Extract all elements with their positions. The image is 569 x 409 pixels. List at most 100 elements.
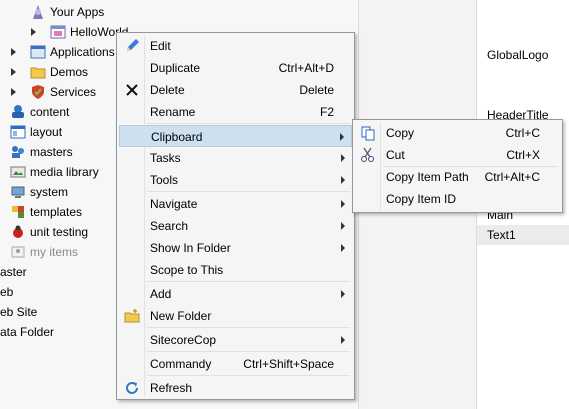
submenu-arrow-icon [341, 154, 345, 162]
scissors-icon [360, 147, 376, 163]
menu-item-shortcut: Ctrl+Alt+C [484, 170, 540, 184]
tree-item[interactable]: unit testing [0, 222, 116, 242]
tree-item[interactable]: media library [0, 162, 116, 182]
menu-item-navigate[interactable]: Navigate [119, 193, 352, 215]
menu-item-label: Cut [386, 148, 405, 162]
tree-item[interactable]: eb Site [0, 302, 116, 322]
menu-item-refresh[interactable]: Refresh [119, 377, 352, 399]
rendering-item[interactable]: Text1 [487, 226, 516, 244]
menu-item-tools[interactable]: Tools [119, 169, 352, 191]
tree-item[interactable]: aster [0, 262, 116, 282]
menu-separator [147, 123, 350, 124]
tree-item[interactable]: layout [0, 122, 116, 142]
menu-item-label: New Folder [150, 309, 212, 323]
layout-icon [10, 124, 26, 140]
menu-item-clipboard[interactable]: Clipboard [119, 125, 352, 147]
menu-item-shortcut: F2 [319, 105, 334, 119]
tree-item[interactable]: Demos [0, 62, 116, 82]
expand-arrow-icon[interactable] [11, 88, 16, 96]
refresh-icon [124, 380, 140, 396]
menu-item-label: Tools [150, 173, 179, 187]
bug-icon [10, 224, 26, 240]
menu-item-label: Show In Folder [150, 241, 231, 255]
clipboard-item-copy-item-path[interactable]: Copy Item Path Ctrl+Alt+C [355, 166, 560, 188]
expand-arrow-icon[interactable] [31, 28, 36, 36]
menu-separator [147, 351, 350, 352]
context-menu: Edit Duplicate Ctrl+Alt+D Delete Delete Renam… [116, 32, 355, 400]
submenu-arrow-icon [341, 290, 345, 298]
menu-separator [147, 375, 350, 376]
tree-item-label: my items [30, 245, 78, 259]
menu-separator [147, 191, 350, 192]
tree-item[interactable]: ata Folder [0, 322, 116, 342]
user-silhouette-icon [30, 4, 46, 20]
shield-check-icon [30, 84, 46, 100]
tree-item[interactable]: templates [0, 202, 116, 222]
tree-item-label: templates [30, 205, 83, 219]
clipboard-item-copy[interactable]: Copy Ctrl+C [355, 122, 560, 144]
menu-item-label: Duplicate [150, 61, 201, 75]
menu-separator [147, 281, 350, 282]
menu-item-new-folder[interactable]: New Folder [119, 305, 352, 327]
tree-item-label: ata Folder [0, 325, 55, 339]
clipboard-item-cut[interactable]: Cut Ctrl+X [355, 144, 560, 166]
menu-item-shortcut: Ctrl+Alt+D [278, 61, 334, 75]
menu-item-label: Search [150, 219, 189, 233]
tree-item-label: Services [50, 85, 97, 99]
tree-item-label: unit testing [30, 225, 89, 239]
tree-item[interactable]: eb [0, 282, 116, 302]
menu-item-label: Copy Item Path [386, 170, 469, 184]
tree-item[interactable]: my items [0, 242, 116, 262]
tree-item[interactable]: Your Apps [0, 2, 116, 22]
delete-x-icon [124, 82, 140, 98]
clipboard-submenu: Copy Ctrl+C Cut Ctrl+X Copy Item Path Ctrl+Al… [352, 119, 563, 213]
menu-item-label: Refresh [150, 381, 193, 395]
menu-item-label: Edit [150, 39, 171, 53]
menu-item-label: Navigate [150, 197, 198, 211]
clipboard-item-copy-item-id[interactable]: Copy Item ID [355, 188, 560, 210]
menu-item-label: Tasks [150, 151, 181, 165]
tree-item[interactable]: Services [0, 82, 116, 102]
tree-item[interactable]: system [0, 182, 116, 202]
my-items-icon [10, 244, 26, 260]
submenu-arrow-icon [341, 176, 345, 184]
menu-item-label: Delete [150, 83, 185, 97]
menu-item-label: Rename [150, 105, 196, 119]
menu-item-add[interactable]: Add [119, 283, 352, 305]
menu-item-delete[interactable]: Delete Delete [119, 79, 352, 101]
menu-item-show-in-folder[interactable]: Show In Folder [119, 237, 352, 259]
submenu-arrow-icon [340, 133, 344, 141]
menu-item-shortcut: Ctrl+C [505, 126, 540, 140]
menu-item-duplicate[interactable]: Duplicate Ctrl+Alt+D [119, 57, 352, 79]
menu-item-shortcut: Delete [299, 83, 334, 97]
rendering-item[interactable]: GlobalLogo [487, 46, 548, 64]
menu-item-commandy[interactable]: Commandy Ctrl+Shift+Space [119, 353, 352, 375]
menu-item-scope-to-this[interactable]: Scope to This [119, 259, 352, 281]
application-window-icon [30, 44, 46, 60]
tree-item-label: masters [30, 145, 73, 159]
menu-item-search[interactable]: Search [119, 215, 352, 237]
submenu-arrow-icon [341, 222, 345, 230]
new-folder-icon [124, 308, 140, 324]
expand-arrow-icon[interactable] [11, 68, 16, 76]
expand-arrow-icon[interactable] [11, 48, 16, 56]
tree-item[interactable]: HelloWorld [0, 22, 128, 42]
content-database-icon [10, 104, 26, 120]
system-icon [10, 184, 26, 200]
menu-separator [147, 327, 350, 328]
media-library-icon [10, 164, 26, 180]
menu-item-tasks[interactable]: Tasks [119, 147, 352, 169]
menu-item-sitecorecop[interactable]: SitecoreCop [119, 329, 352, 351]
tree-item[interactable]: masters [0, 142, 116, 162]
menu-item-rename[interactable]: Rename F2 [119, 101, 352, 123]
tree-item[interactable]: content [0, 102, 116, 122]
menu-item-label: Commandy [150, 357, 212, 371]
tree-item[interactable]: Applications [0, 42, 116, 62]
menu-item-edit[interactable]: Edit [119, 35, 352, 57]
tree-item-label: eb Site [0, 305, 38, 319]
menu-item-label: Copy [386, 126, 415, 140]
tree-item-label: eb [0, 285, 14, 299]
tree-item-label: layout [30, 125, 63, 139]
menu-item-shortcut: Ctrl+X [506, 148, 540, 162]
tree-item-label: system [30, 185, 69, 199]
